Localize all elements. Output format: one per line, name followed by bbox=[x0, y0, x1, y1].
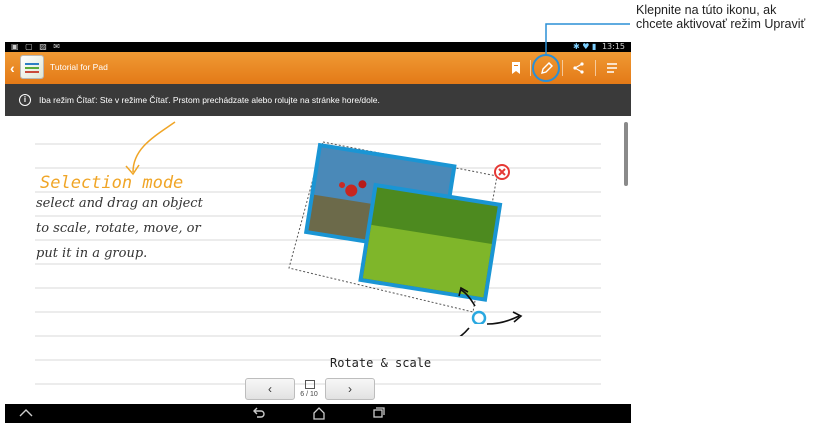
share-icon[interactable] bbox=[569, 58, 589, 78]
system-navigation-bar bbox=[5, 404, 631, 423]
tablet-screen: ▣ ▢ ▨ ✉ ✱ ♥ ▮ 13:15 ‹ Tutorial for Pad i… bbox=[5, 42, 631, 423]
previous-page-button[interactable]: ‹ bbox=[245, 378, 295, 400]
info-message: Iba režim Čítať: Ste v režime Čítať. Prs… bbox=[39, 95, 380, 105]
read-only-info-bar: i Iba režim Čítať: Ste v režime Čítať. P… bbox=[5, 84, 631, 116]
system-status: ✱ ♥ ▮ 13:15 bbox=[573, 42, 625, 52]
bookmark-icon[interactable] bbox=[506, 58, 526, 78]
info-icon: i bbox=[19, 94, 31, 106]
handwritten-line: put it in a group. bbox=[36, 246, 148, 261]
page-navigator: ‹ 6 / 10 › bbox=[245, 378, 375, 400]
home-icon[interactable] bbox=[312, 407, 326, 423]
back-arrow-icon[interactable]: ‹ bbox=[10, 60, 15, 76]
document-title: Tutorial for Pad bbox=[50, 62, 108, 72]
clock: 13:15 bbox=[601, 42, 625, 51]
page-icon bbox=[305, 380, 315, 389]
next-page-button[interactable]: › bbox=[325, 378, 375, 400]
vertical-scrollbar[interactable] bbox=[624, 122, 628, 186]
handwritten-line: to scale, rotate, move, or bbox=[36, 221, 201, 236]
status-bar: ▣ ▢ ▨ ✉ ✱ ♥ ▮ 13:15 bbox=[5, 42, 631, 52]
action-bar: ‹ Tutorial for Pad bbox=[5, 52, 631, 84]
handwritten-line: select and drag an object bbox=[36, 196, 203, 211]
edit-mode-icon[interactable] bbox=[537, 58, 557, 78]
hide-nav-icon[interactable] bbox=[19, 407, 33, 422]
page-indicator: 6 / 10 bbox=[295, 378, 323, 400]
divider bbox=[562, 60, 563, 76]
selection-mode-heading: Selection mode bbox=[40, 173, 184, 193]
notification-icons: ▣ ▢ ▨ ✉ bbox=[11, 42, 63, 51]
divider bbox=[595, 60, 596, 76]
app-icon[interactable] bbox=[21, 56, 43, 78]
page-count: 6 / 10 bbox=[300, 391, 318, 398]
signal-icons: ✱ ♥ ▮ bbox=[573, 42, 597, 51]
callout-text: Klepnite na túto ikonu, ak chcete aktivo… bbox=[636, 3, 806, 31]
rotate-arrows bbox=[458, 286, 523, 336]
menu-icon[interactable] bbox=[602, 58, 622, 78]
arrow-annotation bbox=[132, 121, 176, 173]
recent-apps-icon[interactable] bbox=[372, 407, 386, 422]
back-nav-icon[interactable] bbox=[252, 407, 266, 422]
divider bbox=[530, 60, 531, 76]
rotate-scale-label: Rotate & scale bbox=[330, 356, 432, 370]
